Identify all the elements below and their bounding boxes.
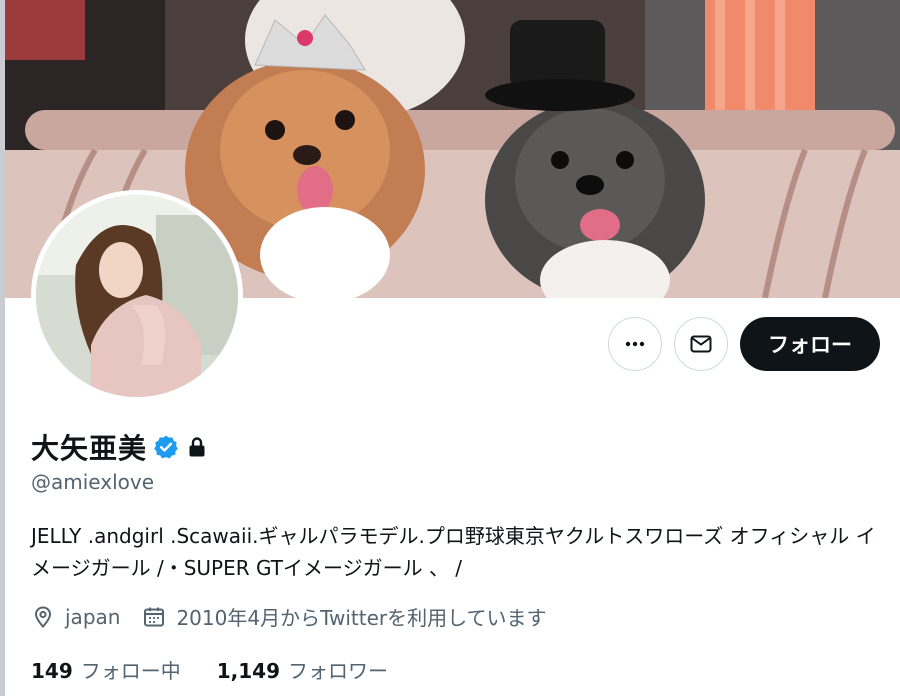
profile-actions: フォロー — [608, 317, 880, 371]
location-item: japan — [31, 605, 120, 629]
more-options-button[interactable] — [608, 317, 662, 371]
joined-item: 2010年4月からTwitterを利用しています — [142, 602, 547, 631]
followers-label: フォロワー — [288, 659, 389, 683]
profile-handle: @amiexlove — [31, 470, 155, 494]
mail-icon — [690, 335, 712, 353]
profile-avatar[interactable] — [31, 190, 243, 402]
verified-badge-icon[interactable] — [153, 434, 179, 460]
profile-meta: japan 2010年4月からTwitterを利用しています — [31, 602, 569, 631]
more-icon — [625, 341, 645, 347]
following-stat[interactable]: 149 フォロー中 — [31, 655, 181, 684]
display-name: 大矢亜美 — [31, 432, 148, 465]
followers-stat[interactable]: 1,149 フォロワー — [217, 655, 388, 684]
joined-text: 2010年4月からTwitterを利用しています — [176, 606, 547, 630]
calendar-icon — [144, 607, 165, 626]
profile-stats: 149 フォロー中 1,149 フォロワー — [31, 655, 424, 684]
avatar-photo — [36, 195, 238, 397]
followers-count: 1,149 — [216, 659, 281, 683]
location-text: japan — [65, 604, 121, 629]
message-button[interactable] — [674, 317, 728, 371]
following-count: 149 — [31, 659, 73, 683]
profile-bio: JELLY .andgirl .Scawaii.ギャルパラモデル.プロ野球東京ヤ… — [31, 524, 876, 580]
name-row: 大矢亜美 — [31, 427, 209, 467]
following-label: フォロー中 — [80, 659, 181, 683]
lock-icon — [189, 437, 205, 457]
location-pin-icon — [34, 605, 52, 628]
follow-button[interactable]: フォロー — [740, 317, 880, 371]
